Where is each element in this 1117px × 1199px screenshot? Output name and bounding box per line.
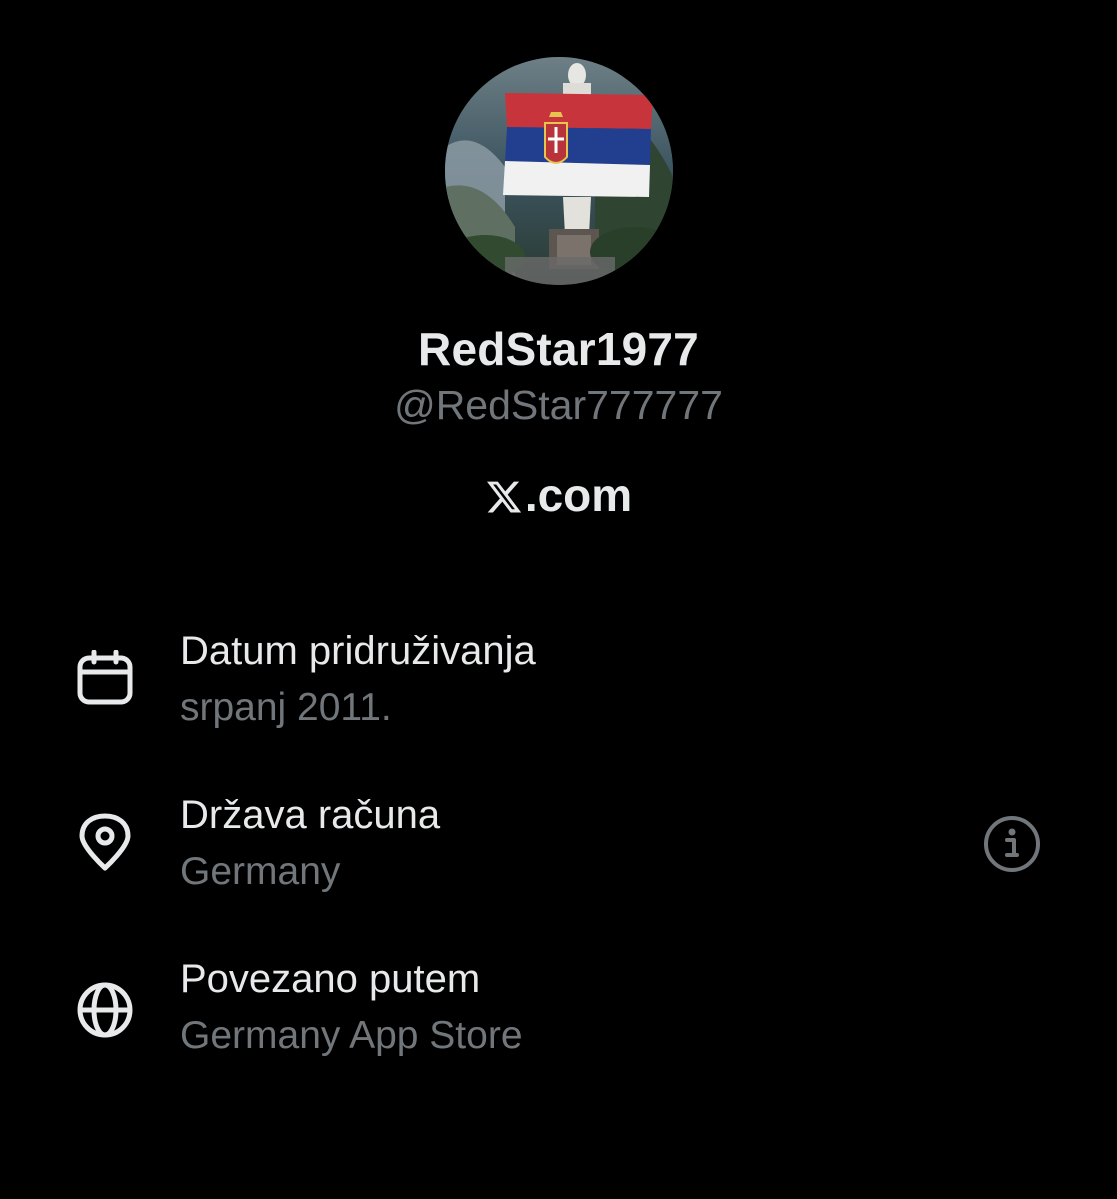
- info-icon[interactable]: [982, 814, 1042, 874]
- brand-link: .com: [0, 468, 1117, 522]
- join-date-value: srpanj 2011.: [180, 686, 392, 729]
- account-country-value: Germany: [180, 850, 341, 893]
- join-date-row: Datum pridruživanja srpanj 2011.: [0, 629, 1117, 749]
- connected-via-row: Povezano putem Germany App Store: [0, 957, 1117, 1077]
- location-pin-icon: [79, 813, 131, 871]
- connected-via-value: Germany App Store: [180, 1014, 523, 1057]
- display-name: RedStar1977: [418, 323, 699, 375]
- user-handle: @RedStar777777: [394, 382, 723, 428]
- avatar-image: [445, 57, 673, 285]
- connected-via-label: Povezano putem: [180, 957, 481, 1001]
- account-country-row: Država računa Germany: [0, 793, 1117, 913]
- join-date-label: Datum pridruživanja: [180, 629, 536, 673]
- calendar-icon: [77, 650, 133, 705]
- profile-avatar[interactable]: [445, 57, 673, 285]
- globe-icon: [77, 982, 133, 1038]
- x-logo-icon: [486, 481, 521, 513]
- account-country-label: Država računa: [180, 793, 441, 837]
- brand-domain: .com: [524, 469, 633, 521]
